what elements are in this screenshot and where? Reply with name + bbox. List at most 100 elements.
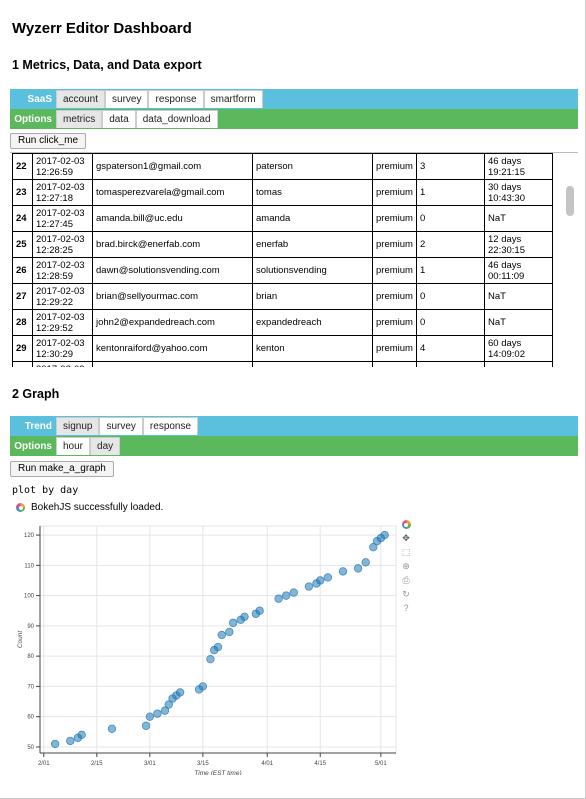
x-tick-label: 3/01 [144, 761, 156, 767]
email-cell: john2@expandedreach.com [92, 309, 253, 336]
data-point [316, 576, 325, 585]
data-point [225, 627, 234, 637]
wheel-zoom-icon[interactable]: ⊕ [401, 561, 411, 571]
duration-cell: NaT [484, 361, 553, 367]
saas-tabbar: SaaS account survey response smartform [10, 89, 578, 109]
company-cell: amanda [252, 205, 373, 232]
row-index-cell: 29 [12, 335, 33, 362]
tab-signup[interactable]: signup [56, 417, 100, 435]
email-cell: tomasperezvarela@gmail.com [92, 179, 253, 206]
tab-metrics[interactable]: metrics [56, 110, 103, 128]
company-cell: enerfab [252, 231, 373, 258]
output-text: plot by day [12, 485, 79, 496]
table-scrollbar[interactable] [566, 186, 574, 216]
data-point [380, 530, 389, 540]
count-cell: 2 [416, 231, 485, 258]
tab-account[interactable]: account [56, 90, 106, 108]
tab-data[interactable]: data [102, 110, 136, 128]
row-index-cell: 28 [12, 309, 33, 336]
table-row: 25 2017-02-03 12:28:25 brad.birck@enerfab.… [12, 231, 553, 258]
y-tick-label: 50 [27, 745, 34, 751]
plan-cell: premium [372, 179, 417, 206]
tab-survey-trend[interactable]: survey [99, 417, 143, 435]
options-tabbar-1: Options metrics data data_download [10, 109, 578, 129]
x-axis-label: Time (EST time) [194, 770, 241, 775]
timestamp-cell: 2017-02-03 12:29:22 [32, 283, 93, 310]
data-point [304, 582, 314, 591]
data-point [217, 630, 226, 640]
row-index-cell: 22 [12, 153, 33, 180]
data-point [240, 612, 249, 621]
scatter-plot[interactable]: 2/01 2/15 3/01 3/15 4/01 4/15 5/01 50 60 70 80 90 10… [14, 520, 398, 775]
table-row: 24 2017-02-03 12:27:45 amanda.bill@uc.edu a… [12, 205, 553, 232]
timestamp-cell: 2017-02-03 12:27:45 [32, 205, 93, 232]
company-cell: expandedreach [252, 309, 373, 336]
data-point [50, 739, 60, 749]
y-tick-label: 90 [27, 624, 34, 630]
email-cell: amanda.bill@uc.edu [92, 205, 253, 232]
duration-cell: 30 days 10:43:30 [484, 179, 553, 206]
box-zoom-icon[interactable]: ⬚ [401, 547, 411, 557]
data-point [353, 564, 363, 573]
duration-cell: NaT [484, 283, 553, 310]
table-row: 302017-02-03 12:31:05ucookcinci@gmail.co… [12, 361, 553, 367]
timestamp-cell: 2017-02-03 12:27:18 [32, 179, 93, 206]
data-point [153, 709, 162, 718]
email-cell: kentonraiford@yahoo.com [92, 335, 253, 362]
tab-response[interactable]: response [148, 90, 204, 108]
run-click-me-button[interactable]: Run click_me [10, 133, 87, 149]
data-point [145, 712, 155, 721]
tab-survey[interactable]: survey [105, 90, 149, 108]
tab-hour[interactable]: hour [56, 437, 91, 455]
email-cell: dawn@solutionsvending.com [92, 257, 253, 284]
timestamp-cell: 2017-02-03 12:26:59 [32, 153, 93, 180]
save-icon[interactable]: ⎙ [401, 575, 411, 585]
plan-cell: premium [372, 153, 417, 180]
pan-icon[interactable]: ✥ [401, 533, 411, 543]
tab-smartform[interactable]: smartform [203, 90, 263, 108]
tab-day[interactable]: day [90, 437, 121, 455]
reset-icon[interactable]: ↻ [401, 589, 411, 599]
x-tick-label: 4/15 [314, 761, 326, 767]
table-row: 26 2017-02-03 12:28:59 dawn@solutionsvendi… [12, 257, 553, 284]
run-make-a-graph-button[interactable]: Run make_a_graph [10, 461, 114, 477]
tab-response-trend[interactable]: response [142, 417, 199, 435]
company-cell: paterson [252, 153, 373, 180]
page-title: Wyzerr Editor Dashboard [12, 20, 192, 37]
x-tick-label: 4/01 [261, 761, 273, 767]
company-cell: kenton [252, 335, 373, 362]
table-row: 28 2017-02-03 12:29:52 john2@expandedreach… [12, 309, 553, 336]
y-tick-label: 100 [24, 594, 35, 600]
plan-cell: premium [372, 283, 417, 310]
help-icon[interactable]: ? [401, 603, 411, 613]
duration-cell: 12 days 22:30:15 [484, 231, 553, 258]
bokeh-logo-icon [16, 503, 25, 512]
tab-data-download[interactable]: data_download [135, 110, 218, 128]
trend-label: Trend [24, 420, 52, 432]
duration-cell: 60 days 14:09:02 [484, 335, 553, 362]
x-tick-label: 2/15 [91, 761, 103, 767]
count-cell: 0 [416, 309, 485, 336]
data-point [361, 558, 370, 567]
data-point [213, 642, 223, 652]
timestamp-cell: 2017-02-03 12:30:29 [32, 335, 93, 362]
timestamp-cell: 2017-02-03 12:29:52 [32, 309, 93, 336]
y-tick-label: 80 [27, 654, 34, 660]
toolbar-bokeh-logo-icon [401, 520, 411, 529]
row-index-cell: 24 [12, 205, 33, 232]
count-cell: 0 [416, 205, 485, 232]
company-cell: solutionsvending [252, 257, 373, 284]
data-table: 22 2017-02-03 12:26:59 gspaterson1@gmail.c… [12, 153, 553, 367]
data-point [77, 730, 86, 740]
row-index-cell: 27 [12, 283, 33, 310]
x-tick-label: 2/01 [38, 761, 50, 767]
trend-tabbar: Trend signup survey response [10, 416, 578, 436]
data-table-viewport[interactable]: 22 2017-02-03 12:26:59 gspaterson1@gmail.c… [10, 152, 578, 367]
section2-heading: 2 Graph [12, 387, 60, 401]
count-cell: 0 [416, 283, 485, 310]
options-tabbar-2: Options hour day [10, 436, 578, 456]
company-cell: ucookcinci [252, 361, 373, 367]
data-point [281, 591, 291, 600]
plan-cell: premium [372, 231, 417, 258]
count-cell: 3 [416, 153, 485, 180]
